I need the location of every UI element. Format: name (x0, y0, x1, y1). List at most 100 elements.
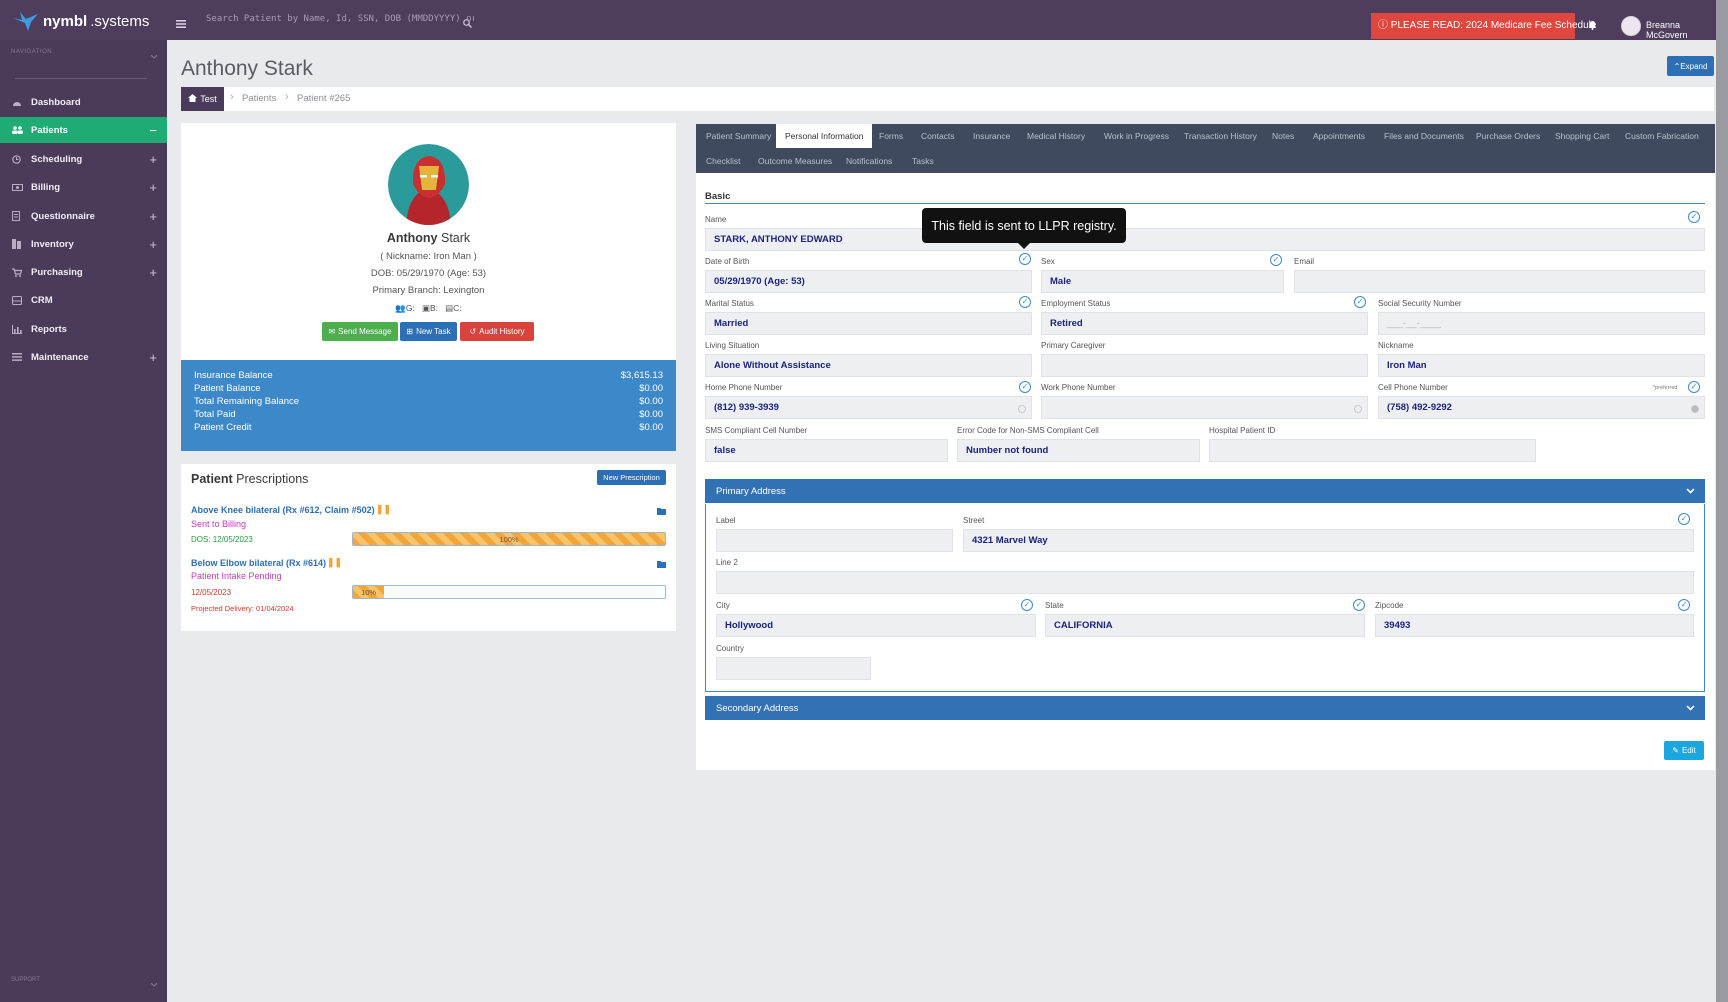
home-phone-field[interactable]: (812) 939-3939 (705, 396, 1032, 419)
registry-check-icon[interactable]: ✓ (1019, 253, 1031, 265)
new-prescription-button[interactable]: New Prescription (597, 470, 666, 485)
sidebar-item-maintenance[interactable]: Maintenance + (0, 344, 167, 370)
audit-history-button[interactable]: ↺ Audit History (460, 322, 534, 341)
sidebar-toggle[interactable]: − (149, 123, 157, 138)
section-basic: Basic (705, 191, 731, 202)
country-select[interactable] (716, 657, 871, 680)
sidebar-item-inventory[interactable]: Inventory + (0, 231, 167, 257)
tab-contacts[interactable]: Contacts (921, 131, 955, 141)
registry-check-icon[interactable]: ✓ (1354, 296, 1366, 308)
city-field[interactable]: Hollywood (716, 614, 1036, 637)
sidebar-item-dashboard[interactable]: Dashboard (0, 89, 167, 115)
sidebar-toggle[interactable]: + (149, 265, 157, 280)
send-message-button[interactable]: ✉ Send Message (322, 322, 398, 341)
living-situation-select[interactable]: Alone Without Assistance (705, 354, 1032, 377)
tab-shopping-cart[interactable]: Shopping Cart (1555, 131, 1609, 141)
tab-purchase-orders[interactable]: Purchase Orders (1476, 131, 1540, 141)
registry-check-icon[interactable]: ✓ (1270, 254, 1282, 266)
ssn-field[interactable]: ___-__-____ (1378, 312, 1705, 335)
breadcrumb-patients[interactable]: Patients (242, 93, 276, 104)
registry-check-icon[interactable]: ✓ (1678, 599, 1690, 611)
tab-work-in-progress[interactable]: Work in Progress (1104, 131, 1169, 141)
line2-field[interactable] (716, 571, 1694, 594)
street-field[interactable]: 4321 Marvel Way (963, 529, 1694, 552)
cell-phone-field[interactable]: (758) 492-9292 (1378, 396, 1705, 419)
nickname-field[interactable]: Iron Man (1378, 354, 1705, 377)
preferred-radio-work[interactable] (1354, 405, 1362, 413)
preferred-radio-cell[interactable] (1691, 405, 1699, 413)
sidebar-toggle[interactable]: + (149, 152, 157, 167)
primary-caregiver-field[interactable] (1041, 354, 1368, 377)
menu-toggle-icon[interactable] (176, 17, 186, 31)
tab-tasks[interactable]: Tasks (912, 156, 934, 166)
registry-check-icon[interactable]: ✓ (1019, 381, 1031, 393)
edit-button[interactable]: ✎ Edit (1664, 741, 1704, 760)
sidebar-toggle[interactable]: + (149, 209, 157, 224)
registry-check-icon[interactable]: ✓ (1021, 599, 1033, 611)
sidebar-item-scheduling[interactable]: Scheduling + (0, 146, 167, 172)
registry-check-icon[interactable]: ✓ (1688, 381, 1700, 393)
user-name[interactable]: Breanna McGovern (1646, 20, 1716, 40)
medicare-alert-button[interactable]: ⓘ PLEASE READ: 2024 Medicare Fee Schedul… (1371, 13, 1596, 39)
logo[interactable]: nymbl .systems (12, 10, 149, 32)
prescription-link[interactable]: Below Elbow bilateral (Rx #614) (191, 558, 326, 568)
registry-check-icon[interactable]: ✓ (1688, 211, 1700, 223)
tab-notes[interactable]: Notes (1272, 131, 1294, 141)
user-avatar[interactable] (1621, 16, 1641, 36)
chevron-down-icon[interactable] (150, 976, 158, 990)
tab-notifications[interactable]: Notifications (846, 156, 892, 166)
sidebar-item-billing[interactable]: Billing + (0, 174, 167, 200)
tab-insurance[interactable]: Insurance (973, 131, 1010, 141)
book-icon (12, 239, 23, 249)
secondary-address-header[interactable]: Secondary Address (705, 696, 1705, 720)
hospital-id-field[interactable] (1209, 439, 1536, 462)
search-icon[interactable] (463, 17, 472, 31)
patient-search-input[interactable]: Search Patient by Name, Id, SSN, DOB (MM… (206, 14, 474, 30)
tab-custom-fabrication[interactable]: Custom Fabrication (1625, 131, 1699, 141)
employment-status-select[interactable]: Retired (1041, 312, 1368, 335)
chevron-down-icon[interactable] (150, 48, 158, 62)
dashboard-icon (12, 98, 23, 106)
name-field[interactable]: STARK, ANTHONY EDWARD (705, 228, 1705, 251)
tab-personal-information[interactable]: Personal Information (776, 124, 873, 148)
bell-icon[interactable] (1588, 19, 1597, 33)
state-select[interactable]: CALIFORNIA (1045, 614, 1365, 637)
tab-outcome-measures[interactable]: Outcome Measures (758, 156, 832, 166)
sidebar-item-reports[interactable]: Reports (0, 316, 167, 342)
folder-icon[interactable] (657, 504, 666, 518)
address-label-field[interactable] (716, 529, 953, 552)
email-field[interactable] (1294, 270, 1705, 293)
registry-check-icon[interactable]: ✓ (1019, 296, 1031, 308)
new-task-button[interactable]: ⊞ New Task (400, 322, 457, 341)
expand-button[interactable]: ⌃ Expand (1667, 56, 1714, 76)
edit-label: Edit (1681, 746, 1696, 755)
primary-address-header[interactable]: Primary Address (705, 479, 1705, 503)
tab-patient-summary[interactable]: Patient Summary (706, 131, 771, 141)
registry-check-icon[interactable]: ✓ (1353, 599, 1365, 611)
sidebar-item-crm[interactable]: CRM (0, 287, 167, 313)
breadcrumb-home[interactable]: Test (181, 87, 224, 111)
sidebar-item-purchasing[interactable]: Purchasing + (0, 259, 167, 285)
tab-appointments[interactable]: Appointments (1313, 131, 1365, 141)
work-phone-field[interactable] (1041, 396, 1368, 419)
dob-field[interactable]: 05/29/1970 (Age: 53) (705, 270, 1032, 293)
sidebar-toggle[interactable]: + (149, 350, 157, 365)
list-icon (12, 353, 23, 361)
prescription-link[interactable]: Above Knee bilateral (Rx #612, Claim #50… (191, 505, 375, 515)
folder-icon[interactable] (657, 557, 666, 571)
zipcode-field[interactable]: 39493 (1375, 614, 1694, 637)
tab-transaction-history[interactable]: Transaction History (1184, 131, 1257, 141)
tab-files-and-documents[interactable]: Files and Documents (1384, 131, 1464, 141)
sidebar-toggle[interactable]: + (149, 237, 157, 252)
marital-status-select[interactable]: Married (705, 312, 1032, 335)
sidebar-item-questionnaire[interactable]: Questionnaire + (0, 203, 167, 229)
tab-checklist[interactable]: Checklist (706, 156, 740, 166)
tab-medical-history[interactable]: Medical History (1027, 131, 1085, 141)
sidebar-item-patients[interactable]: Patients − (0, 117, 167, 143)
tab-forms[interactable]: Forms (879, 131, 903, 141)
sidebar-toggle[interactable]: + (149, 180, 157, 195)
preferred-radio-home[interactable] (1018, 405, 1026, 413)
sex-select[interactable]: Male (1041, 270, 1284, 293)
registry-check-icon[interactable]: ✓ (1678, 513, 1690, 525)
patient-avatar[interactable] (388, 144, 469, 225)
